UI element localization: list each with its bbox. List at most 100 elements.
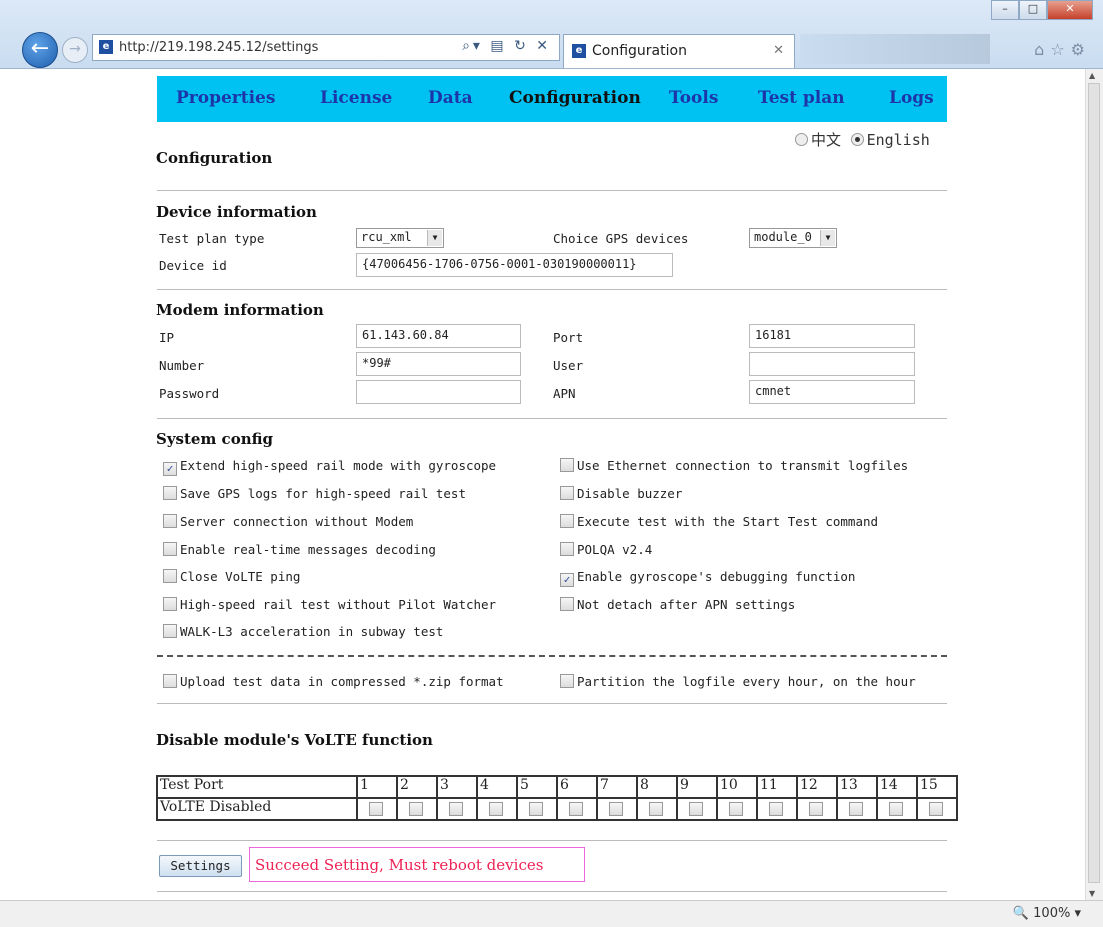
user-field[interactable] (749, 352, 915, 376)
volte-port-cell (476, 797, 518, 821)
volte-disable-checkbox[interactable] (488, 802, 503, 816)
nav-configuration[interactable]: Configuration (509, 88, 641, 108)
password-field[interactable] (356, 380, 521, 404)
scrollbar-thumb[interactable] (1088, 83, 1100, 883)
checkbox[interactable]: ✓ (163, 462, 177, 476)
volte-disable-checkbox[interactable] (528, 802, 543, 816)
device-id-field[interactable]: {47006456-1706-0756-0001-030190000011} (356, 253, 673, 277)
checkbox[interactable] (560, 542, 574, 556)
volte-disable-checkbox[interactable] (808, 802, 823, 816)
checkbox[interactable] (163, 624, 177, 638)
apn-field[interactable]: cmnet (749, 380, 915, 404)
settings-button[interactable]: Settings (159, 855, 242, 877)
maximize-button[interactable]: □ (1019, 0, 1047, 20)
zoom-level[interactable]: 🔍 100% ▾ (1013, 906, 1081, 921)
checkbox[interactable] (560, 674, 574, 688)
volte-port-cell (676, 797, 718, 821)
checkbox[interactable]: ✓ (560, 573, 574, 587)
checkbox-label: Not detach after APN settings (577, 597, 796, 612)
minimize-button[interactable]: – (991, 0, 1019, 20)
forward-button[interactable]: → (62, 37, 88, 63)
tab-close-icon[interactable]: ✕ (773, 43, 784, 58)
checkbox-label: Extend high-speed rail mode with gyrosco… (180, 458, 497, 473)
check-start-test-command[interactable]: Execute test with the Start Test command (560, 514, 878, 529)
port-number: 14 (876, 775, 918, 799)
back-button[interactable]: ← (22, 32, 58, 68)
check-close-volte-ping[interactable]: Close VoLTE ping (163, 569, 300, 584)
scroll-up-icon[interactable]: ▲ (1089, 71, 1095, 80)
volte-disable-checkbox[interactable] (848, 802, 863, 816)
volte-heading: Disable module's VoLTE function (156, 731, 433, 749)
port-number: 5 (516, 775, 558, 799)
modem-information-heading: Modem information (156, 301, 324, 319)
check-not-detach-apn[interactable]: Not detach after APN settings (560, 597, 795, 612)
check-save-gps-logs[interactable]: Save GPS logs for high-speed rail test (163, 486, 466, 501)
english-radio[interactable] (850, 133, 864, 146)
checkbox[interactable] (560, 597, 574, 611)
nav-properties[interactable]: Properties (176, 88, 275, 108)
check-polqa[interactable]: POLQA v2.4 (560, 542, 652, 557)
nav-license[interactable]: License (320, 88, 392, 108)
nav-logs[interactable]: Logs (889, 88, 934, 108)
volte-disable-checkbox[interactable] (648, 802, 663, 816)
status-bar: 🔍 100% ▾ (0, 900, 1103, 927)
checkbox-label: Server connection without Modem (180, 514, 414, 529)
address-bar[interactable]: e http://219.198.245.12/settings ⌕▾ ▤ ↻ … (92, 34, 560, 61)
checkbox[interactable] (163, 597, 177, 611)
zoom-value: 100% (1033, 906, 1071, 921)
port-field[interactable]: 16181 (749, 324, 915, 348)
checkbox[interactable] (163, 569, 177, 583)
tab-configuration[interactable]: e Configuration ✕ (563, 34, 795, 68)
close-window-button[interactable]: ✕ (1047, 0, 1093, 20)
checkbox[interactable] (163, 486, 177, 500)
check-extend-gyroscope[interactable]: ✓ Extend high-speed rail mode with gyrosc… (163, 458, 496, 476)
check-disable-buzzer[interactable]: Disable buzzer (560, 486, 682, 501)
check-upload-zip[interactable]: Upload test data in compressed *.zip for… (163, 674, 504, 689)
chinese-radio[interactable] (795, 133, 808, 146)
divider (157, 190, 947, 191)
volte-disable-checkbox[interactable] (368, 802, 383, 816)
check-without-pilot-watcher[interactable]: High-speed rail test without Pilot Watch… (163, 597, 496, 612)
gps-devices-select[interactable]: module_0 ▼ (749, 228, 837, 248)
volte-disable-checkbox[interactable] (768, 802, 783, 816)
volte-disable-checkbox[interactable] (728, 802, 743, 816)
checkbox[interactable] (163, 514, 177, 528)
volte-disable-checkbox[interactable] (688, 802, 703, 816)
checkbox[interactable] (163, 674, 177, 688)
volte-disable-checkbox[interactable] (408, 802, 423, 816)
divider (157, 703, 947, 704)
scroll-down-icon[interactable]: ▼ (1089, 889, 1095, 898)
toolbar-icons[interactable]: ⌂☆⚙ (1034, 40, 1091, 59)
checkbox-label: Close VoLTE ping (180, 569, 301, 584)
checkbox[interactable] (560, 458, 574, 472)
nav-data[interactable]: Data (428, 88, 473, 108)
test-plan-type-select[interactable]: rcu_xml ▼ (356, 228, 444, 248)
checkbox[interactable] (560, 486, 574, 500)
ip-field[interactable]: 61.143.60.84 (356, 324, 521, 348)
volte-disable-checkbox[interactable] (608, 802, 623, 816)
check-server-without-modem[interactable]: Server connection without Modem (163, 514, 413, 529)
check-partition-hourly[interactable]: Partition the logfile every hour, on the… (560, 674, 916, 689)
new-tab-area[interactable] (800, 34, 990, 64)
volte-disable-checkbox[interactable] (888, 802, 903, 816)
check-walk-l3-acceleration[interactable]: WALK-L3 acceleration in subway test (163, 624, 443, 639)
checkbox[interactable] (163, 542, 177, 556)
number-field[interactable]: *99# (356, 352, 521, 376)
gps-devices-value: module_0 (754, 230, 812, 244)
checkbox-label: POLQA v2.4 (577, 542, 653, 557)
volte-disable-checkbox[interactable] (448, 802, 463, 816)
volte-disable-checkbox[interactable] (568, 802, 583, 816)
check-realtime-decoding[interactable]: Enable real-time messages decoding (163, 542, 436, 557)
checkbox[interactable] (560, 514, 574, 528)
port-number: 12 (796, 775, 838, 799)
nav-test-plan[interactable]: Test plan (758, 88, 845, 108)
nav-tools[interactable]: Tools (669, 88, 718, 108)
vertical-scrollbar[interactable]: ▲ ▼ (1085, 69, 1103, 900)
port-number: 13 (836, 775, 878, 799)
volte-disable-checkbox[interactable] (928, 802, 943, 816)
checkbox-label: Execute test with the Start Test command (577, 514, 879, 529)
check-gyroscope-debugging[interactable]: ✓ Enable gyroscope's debugging function (560, 569, 855, 587)
address-controls[interactable]: ⌕▾ ▤ ↻ ✕ (462, 38, 551, 54)
check-use-ethernet[interactable]: Use Ethernet connection to transmit logf… (560, 458, 908, 473)
test-plan-type-label: Test plan type (159, 231, 265, 246)
